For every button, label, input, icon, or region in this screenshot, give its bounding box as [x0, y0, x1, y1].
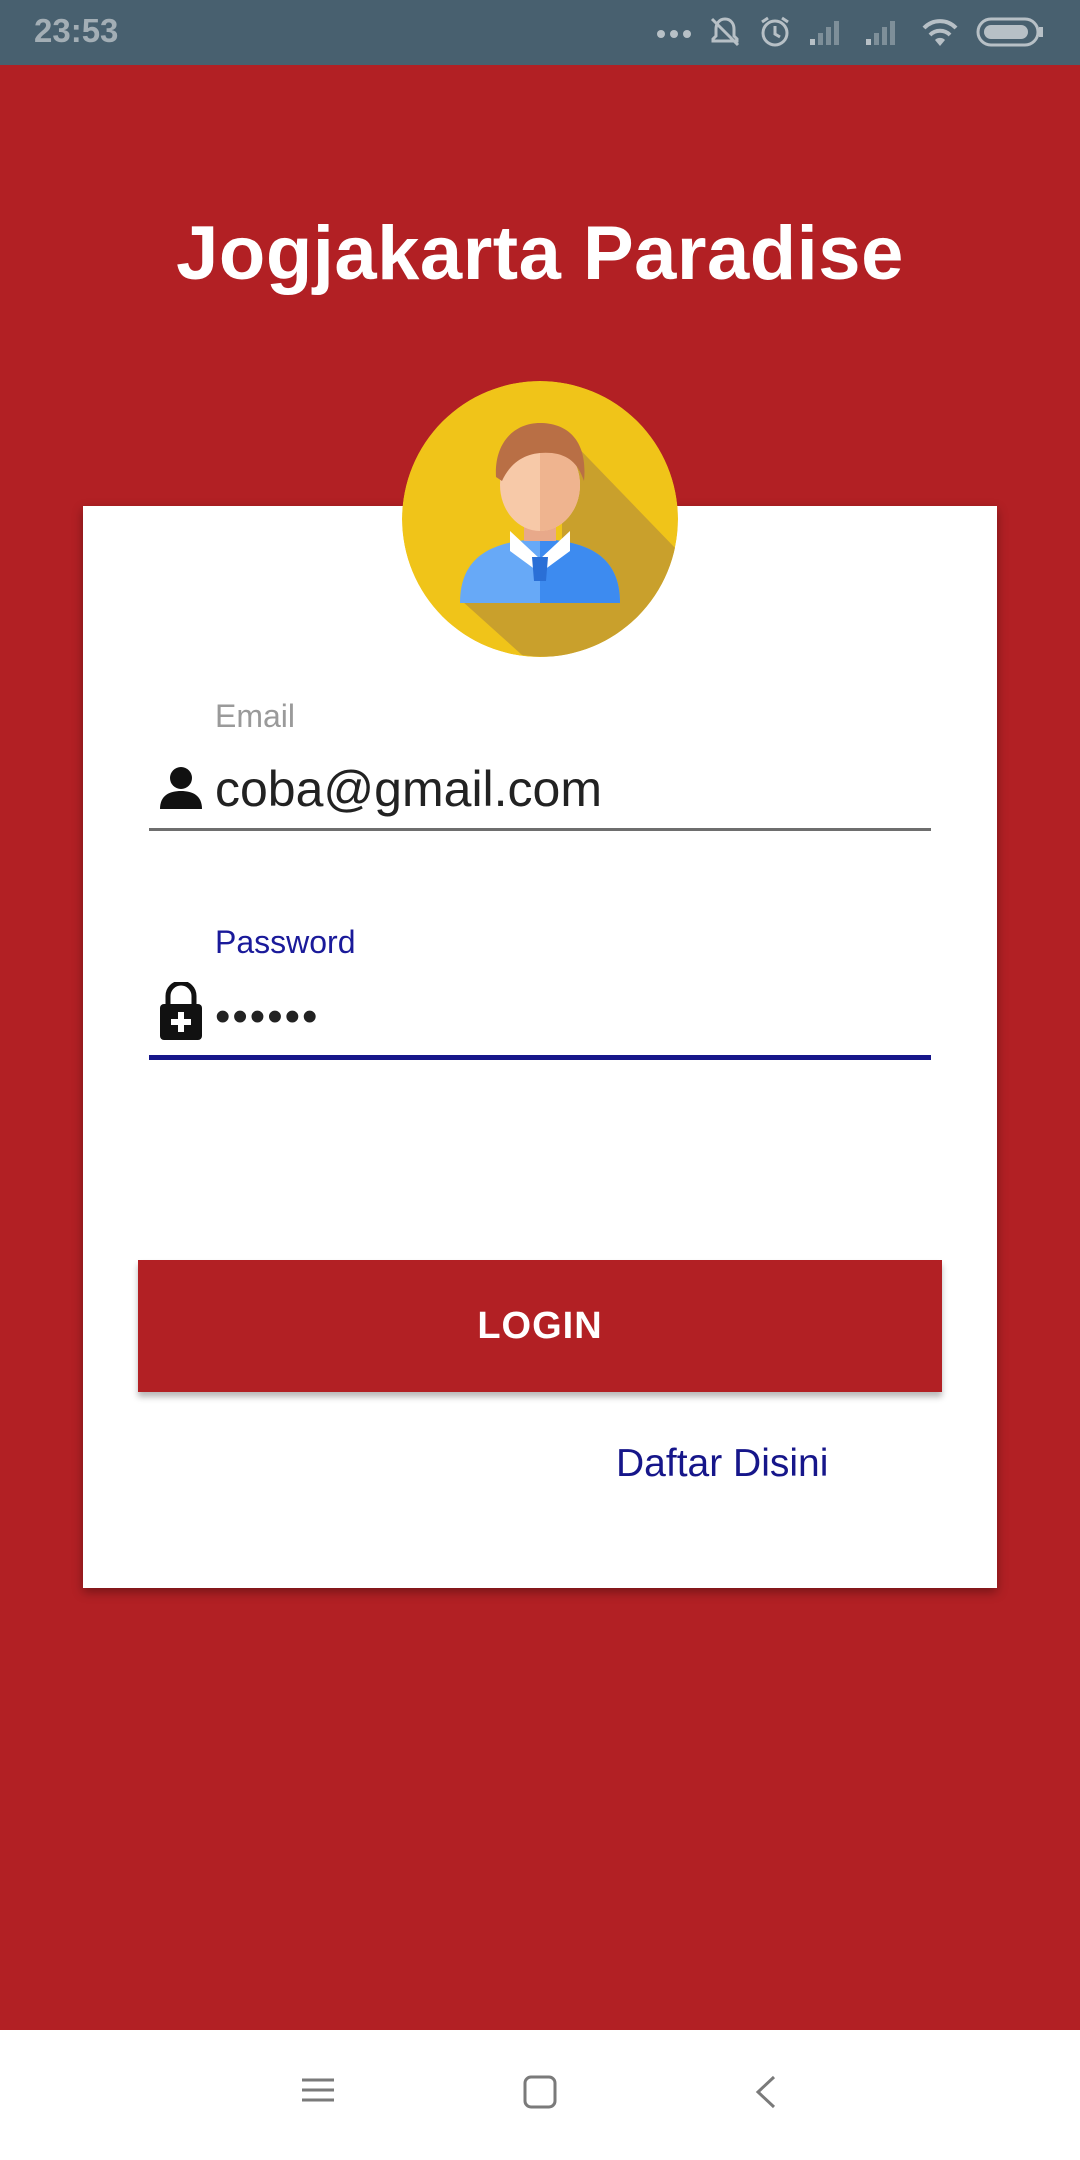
status-time: 23:53 — [34, 12, 119, 49]
password-label: Password — [215, 924, 356, 960]
back-chevron-icon[interactable] — [752, 2074, 780, 2115]
alarm-icon — [758, 15, 792, 49]
login-card — [83, 506, 997, 1588]
home-square-icon[interactable] — [522, 2074, 558, 2115]
email-label: Email — [215, 698, 296, 734]
more-dots-icon — [656, 26, 692, 38]
lock-plus-icon — [158, 980, 204, 1047]
app-title: Jogjakarta Paradise — [176, 211, 904, 296]
register-link[interactable]: Daftar Disini — [616, 1442, 828, 1486]
status-bar: 23:53 — [0, 0, 1080, 65]
navigation-bar — [0, 2030, 1080, 2160]
silent-icon — [708, 15, 742, 49]
email-underline — [149, 828, 931, 831]
signal-icon — [808, 17, 848, 47]
user-avatar-icon — [402, 381, 678, 657]
login-button[interactable]: LOGIN — [138, 1260, 942, 1392]
menu-icon[interactable] — [300, 2074, 336, 2111]
email-field[interactable]: coba@gmail.com — [215, 760, 602, 818]
wifi-icon — [920, 16, 960, 48]
password-field[interactable]: •••••• — [215, 992, 319, 1042]
status-icons — [656, 10, 1044, 54]
signal-icon — [864, 17, 904, 47]
battery-icon — [976, 17, 1044, 47]
person-icon — [158, 765, 204, 816]
password-underline — [149, 1055, 931, 1060]
